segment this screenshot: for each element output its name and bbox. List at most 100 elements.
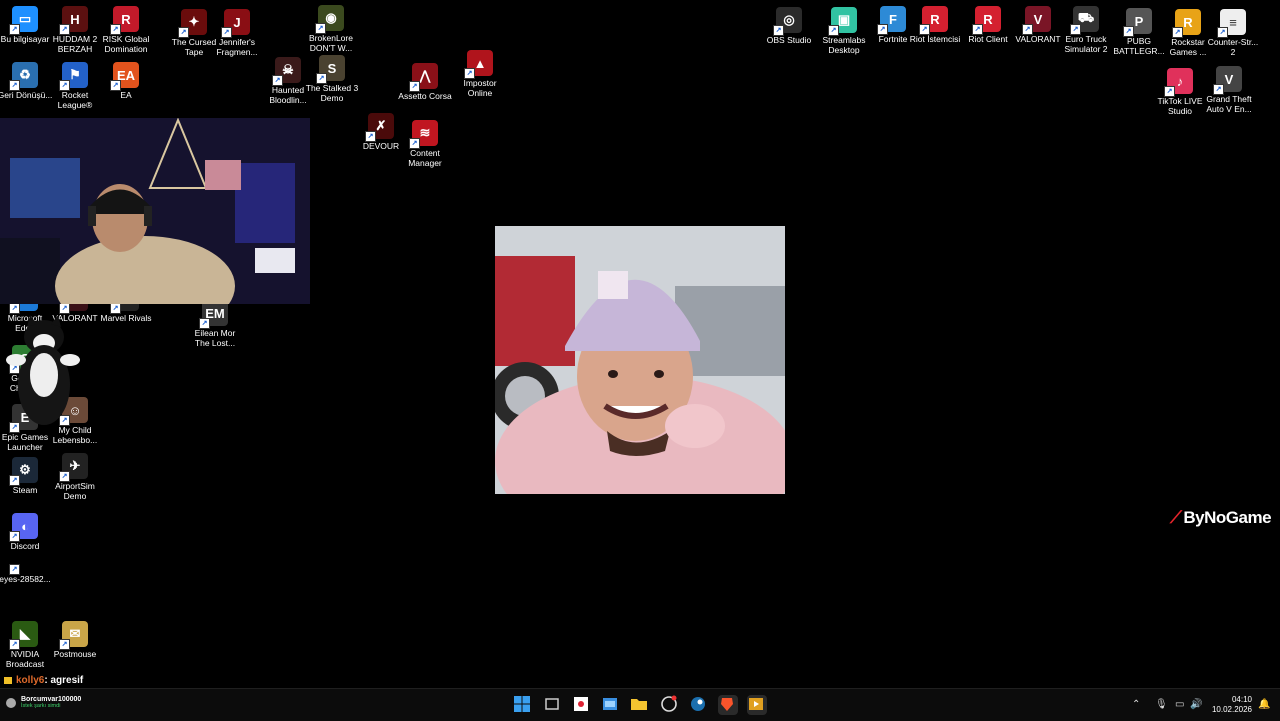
- taskbar-widget[interactable]: Borcumvar100000 İstek şarkı simdi: [6, 696, 81, 709]
- desktop-icon[interactable]: ⚙ ↗ Steam: [0, 457, 53, 495]
- cat-sticker: [6, 315, 80, 425]
- notification-bell-icon[interactable]: 🔔: [1258, 699, 1270, 710]
- cursed-tape-icon: ✦ ↗: [178, 9, 207, 38]
- desktop-icon[interactable]: ⛟ ↗ Euro Truck Simulator 2: [1058, 6, 1114, 54]
- shortcut-arrow-icon: ↗: [9, 24, 20, 35]
- taskbar-app-steam[interactable]: [689, 695, 709, 715]
- desktop-icon[interactable]: ▭ ↗ Bu bilgisayar: [0, 6, 53, 44]
- desktop-icon[interactable]: R ↗ RISK Global Domination: [98, 6, 154, 54]
- risk-icon: R ↗: [110, 6, 139, 35]
- jennifer-icon: J ↗: [221, 9, 250, 38]
- riot-istemcisi-icon: R ↗: [919, 6, 948, 35]
- desktop-icon[interactable]: ♻ ↗ Geri Dönüşü...: [0, 62, 53, 100]
- taskbar-app-explorer[interactable]: [630, 695, 650, 715]
- webcam-overlay: [0, 118, 310, 304]
- desktop-icon[interactable]: ⚑ ↗ Rocket League®: [47, 62, 103, 110]
- chat-username: kolly6: [16, 675, 45, 686]
- desktop-icon[interactable]: ✉ ↗ Postmouse: [47, 621, 103, 659]
- rocket-league-icon: ⚑ ↗: [59, 62, 88, 91]
- desktop-icon[interactable]: R ↗ Riot İstemcisi: [907, 6, 963, 44]
- icon-glyph: ▲: [473, 55, 487, 71]
- steam-taskbar-icon: [691, 697, 705, 711]
- ea-icon: EA ↗: [110, 62, 139, 91]
- desktop-icon[interactable]: J ↗ Jennifer's Fragmen...: [209, 9, 265, 57]
- webcam-scene: [0, 118, 310, 304]
- desktop-icon[interactable]: H ↗ HUDDAM 2 BERZAH: [47, 6, 103, 54]
- desktop-icon[interactable]: ◣ ↗ NVIDIA Broadcast: [0, 621, 53, 669]
- desktop-icon[interactable]: EA ↗ EA: [98, 62, 154, 100]
- icon-glyph: ◐: [21, 518, 29, 534]
- volume-icon[interactable]: 🔊: [1190, 699, 1202, 710]
- shortcut-arrow-icon: ↗: [828, 25, 839, 36]
- microphone-icon[interactable]: 🎙: [1155, 699, 1168, 710]
- desktop-icon[interactable]: ▣ ↗ Streamlabs Desktop: [816, 7, 872, 55]
- icon-glyph: ✦: [188, 14, 200, 29]
- shortcut-arrow-icon: ↗: [877, 24, 888, 35]
- desktop-icon[interactable]: ◎ ↗ OBS Studio: [761, 7, 817, 45]
- shortcut-arrow-icon: ↗: [9, 475, 20, 486]
- discord-icon: ◐ ↗: [9, 513, 38, 542]
- pubg-icon: P ↗: [1123, 8, 1152, 37]
- icon-glyph: ⚑: [69, 67, 81, 82]
- icon-glyph: R: [1183, 14, 1193, 30]
- nvidia-broadcast-icon: ◣ ↗: [9, 621, 38, 650]
- shortcut-arrow-icon: ↗: [9, 303, 20, 314]
- icon-glyph: ♻: [19, 67, 31, 82]
- icon-glyph: P: [1134, 13, 1144, 29]
- valorant-icon: V ↗: [1022, 6, 1051, 35]
- shortcut-arrow-icon: ↗: [1123, 26, 1134, 37]
- shortcut-arrow-icon: ↗: [1164, 86, 1175, 97]
- taskbar-app-snip[interactable]: [572, 695, 592, 715]
- clock[interactable]: 04:10 10.02.2026: [1212, 695, 1252, 715]
- desktop-icon[interactable]: ♪ ↗ TikTok LIVE Studio: [1152, 68, 1208, 116]
- shortcut-arrow-icon: ↗: [110, 24, 121, 35]
- shortcut-arrow-icon: ↗: [9, 564, 20, 575]
- shortcut-arrow-icon: ↗: [59, 471, 70, 482]
- windows-logo-icon: [514, 696, 530, 712]
- chat-text: : agresif: [44, 675, 84, 686]
- desktop-icon[interactable]: R ↗ Riot Client: [960, 6, 1016, 44]
- icon-glyph: R: [930, 11, 940, 27]
- icon-glyph: R: [983, 11, 993, 27]
- desktop-icon[interactable]: ≡ ↗ Counter-Str... 2: [1205, 9, 1261, 57]
- store-icon: [603, 698, 617, 710]
- desktop-icon[interactable]: ▲ ↗ Impostor Online: [452, 50, 508, 98]
- icon-glyph: ⋀: [419, 68, 431, 83]
- desktop-icon[interactable]: ✈ ↗ AirportSim Demo: [47, 453, 103, 501]
- icon-glyph: ▣: [837, 12, 851, 27]
- chatgpt-icon: [661, 695, 677, 712]
- desktop-icon[interactable]: ↗ eyes-28582...: [0, 556, 53, 584]
- shortcut-arrow-icon: ↗: [773, 25, 784, 36]
- fortnite-icon: F ↗: [877, 6, 906, 35]
- folder-icon: [631, 699, 647, 710]
- taskbar-app-player[interactable]: [747, 695, 767, 715]
- assetto-corsa-icon: ⋀ ↗: [409, 63, 438, 92]
- desktop-icon[interactable]: P ↗ PUBG BATTLEGR...: [1111, 8, 1167, 56]
- desktop-icon[interactable]: V ↗ Grand Theft Auto V En...: [1201, 66, 1257, 114]
- task-view-button[interactable]: [543, 695, 563, 715]
- network-icon[interactable]: ▭: [1175, 699, 1184, 710]
- icon-glyph: F: [889, 11, 897, 27]
- taskbar-app-store[interactable]: [601, 695, 621, 715]
- shortcut-arrow-icon: ↗: [199, 318, 210, 329]
- widget-subtitle: İstek şarkı simdi: [21, 703, 61, 709]
- icon-glyph: V: [1224, 71, 1234, 87]
- chevron-up-icon[interactable]: ⌃: [1132, 699, 1140, 710]
- shortcut-arrow-icon: ↗: [1022, 24, 1033, 35]
- desktop-icon[interactable]: ⋀ ↗ Assetto Corsa: [397, 63, 453, 101]
- desktop-icon[interactable]: ≋ ↗ Content Manager: [397, 120, 453, 168]
- desktop-icon[interactable]: EM ↗ Eilean Mor The Lost...: [187, 300, 243, 348]
- desktop-icon[interactable]: S ↗ The Stalked 3 Demo: [304, 55, 360, 103]
- widget-icon: [6, 698, 16, 708]
- taskbar-app-chatgpt[interactable]: [660, 695, 680, 715]
- riot-client-icon: R ↗: [972, 6, 1001, 35]
- icon-glyph: V: [1033, 11, 1043, 27]
- shortcut-arrow-icon: ↗: [178, 27, 189, 38]
- media-player-icon: [749, 698, 763, 710]
- rockstar-icon: R ↗: [1172, 9, 1201, 38]
- icon-glyph: ≡: [1229, 14, 1237, 30]
- taskbar-app-brave[interactable]: [718, 695, 738, 715]
- desktop-icon[interactable]: ◐ ↗ Discord: [0, 513, 53, 551]
- desktop-icon[interactable]: ◉ ↗ BrokenLore DON'T W...: [303, 5, 359, 53]
- start-button[interactable]: [513, 695, 533, 715]
